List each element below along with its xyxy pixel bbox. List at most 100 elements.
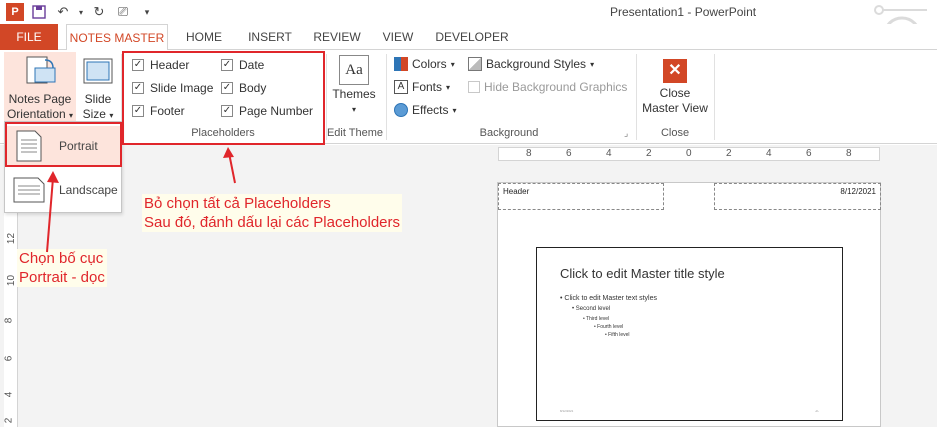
date-placeholder-text: 8/12/2021 (840, 187, 876, 196)
hruler-label: 8 (526, 148, 532, 159)
background-styles-icon (468, 57, 482, 71)
hruler-label: 4 (766, 148, 772, 159)
group-separator (636, 54, 637, 140)
ribbon-tabs: FILE NOTES MASTER HOME INSERT REVIEW VIE… (0, 24, 937, 51)
dialog-launcher-icon[interactable]: ⌟ (624, 128, 628, 139)
landscape-icon (13, 177, 45, 203)
title-bar: P ↶ ▾ ↻ ⎚ ▾ Presentation1 - PowerPoint (0, 0, 937, 56)
colors-label: Colors (412, 57, 447, 71)
themes-button[interactable]: Aa Themes ▾ (330, 52, 378, 122)
tab-notes-master[interactable]: NOTES MASTER (66, 24, 168, 51)
customize-toolbar-icon[interactable]: ▾ (138, 3, 156, 21)
close-master-view-button[interactable]: ✕ Close Master View (640, 52, 710, 124)
notes-page: Header 8/12/2021 Click to edit Master ti… (497, 182, 881, 427)
hide-background-graphics-label: Hide Background Graphics (484, 80, 628, 94)
effects-button[interactable]: Effects ▾ (394, 103, 456, 117)
landscape-label: Landscape (59, 183, 118, 197)
portrait-highlight-box (5, 122, 122, 167)
effects-label: Effects (412, 103, 449, 117)
placeholders-annotation-line2: Sau đó, đánh dấu lại các Placeholders (144, 214, 401, 231)
slide-image-placeholder[interactable]: Click to edit Master title style • Click… (536, 247, 843, 421)
start-from-beginning-icon[interactable]: ⎚ (114, 3, 132, 21)
hruler-label: 4 (606, 148, 612, 159)
slide-footer-number: ‹#› (815, 409, 819, 413)
master-title: Click to edit Master title style (560, 266, 725, 281)
placeholders-annotation-line1: Bỏ chọn tất cả Placeholders (144, 195, 331, 212)
window-title: Presentation1 - PowerPoint (610, 5, 757, 19)
effects-icon (394, 103, 408, 117)
tab-review[interactable]: REVIEW (310, 24, 364, 50)
save-icon[interactable] (30, 3, 48, 21)
text-level-1: • Click to edit Master text styles (560, 295, 657, 302)
slide-size-label-1: Slide (84, 92, 112, 106)
quick-access-toolbar: P ↶ ▾ ↻ ⎚ ▾ (6, 3, 156, 21)
hruler-label: 6 (566, 148, 572, 159)
chevron-down-icon: ▾ (590, 59, 595, 69)
fonts-icon: A (394, 80, 408, 94)
chevron-down-icon: ▾ (450, 59, 455, 69)
vruler-label: 2 (3, 417, 15, 424)
background-styles-label: Background Styles (486, 57, 587, 71)
hruler-label: 6 (806, 148, 812, 159)
hruler-label: 0 (686, 148, 692, 159)
tab-developer[interactable]: DEVELOPER (432, 24, 512, 50)
vruler-label: 12 (6, 232, 18, 245)
tab-home[interactable]: HOME (180, 24, 228, 50)
themes-label: Themes (332, 87, 376, 101)
group-separator (714, 54, 715, 140)
close-icon: ✕ (663, 59, 687, 83)
background-styles-button[interactable]: Background Styles ▾ (468, 57, 594, 71)
tab-file[interactable]: FILE (0, 24, 58, 50)
slide-size-icon (83, 58, 113, 84)
chevron-down-icon: ▾ (351, 105, 356, 114)
hruler-label: 2 (646, 148, 652, 159)
notes-page-orientation-button[interactable]: Notes Page Orientation ▾ (4, 52, 76, 124)
orientation-icon (26, 56, 56, 84)
vruler-label: 10 (6, 274, 18, 287)
colors-button[interactable]: Colors ▾ (394, 57, 455, 71)
undo-icon[interactable]: ↶ (54, 3, 72, 21)
date-placeholder[interactable]: 8/12/2021 (714, 183, 881, 210)
horizontal-ruler: 8 6 4 2 0 2 4 6 8 (498, 147, 880, 161)
slide-size-label-2: Size (82, 107, 106, 121)
edit-theme-group-label: Edit Theme (326, 127, 384, 139)
orientation-label: Orientation (6, 107, 66, 121)
fonts-button[interactable]: A Fonts ▾ (394, 80, 450, 94)
close-group-label: Close (660, 127, 690, 139)
background-group-label: Background (479, 127, 539, 139)
portrait-annotation: Chọn bố cục Portrait - dọc (17, 249, 107, 287)
slide-size-button[interactable]: Slide Size ▾ (78, 52, 118, 124)
tab-insert[interactable]: INSERT (244, 24, 296, 50)
chevron-down-icon: ▾ (446, 82, 451, 92)
text-level-4: • Fourth level (594, 324, 624, 330)
hruler-label: 2 (726, 148, 732, 159)
header-placeholder-text: Header (503, 187, 530, 196)
portrait-annotation-line2: Portrait - dọc (19, 269, 105, 286)
redo-icon[interactable]: ↻ (90, 3, 108, 21)
text-level-5: • Fifth level (605, 332, 630, 338)
portrait-annotation-line1: Chọn bố cục (19, 250, 104, 267)
placeholders-annotation: Bỏ chọn tất cả Placeholders Sau đó, đánh… (142, 194, 403, 232)
close-label: Close (659, 86, 691, 100)
chevron-down-icon: ▾ (69, 111, 74, 120)
colors-icon (394, 57, 408, 71)
hruler-label: 8 (846, 148, 852, 159)
vruler-label: 8 (3, 317, 15, 324)
tab-view[interactable]: VIEW (378, 24, 418, 50)
hide-background-graphics-checkbox[interactable]: Hide Background Graphics (468, 80, 627, 94)
chevron-down-icon: ▾ (452, 105, 457, 115)
placeholders-highlight-box (122, 51, 325, 145)
vruler-label: 4 (3, 391, 15, 398)
fonts-label: Fonts (412, 80, 443, 94)
slide-footer-date: 8/12/2021 (560, 409, 574, 413)
master-view-label: Master View (642, 101, 708, 115)
powerpoint-logo-icon: P (6, 3, 24, 21)
chevron-down-icon: ▾ (109, 111, 114, 120)
undo-dropdown-icon[interactable]: ▾ (78, 3, 84, 21)
notes-page-label: Notes Page (8, 92, 72, 106)
text-level-3: • Third level (583, 316, 610, 322)
themes-icon: Aa (339, 55, 369, 85)
header-placeholder[interactable]: Header (498, 183, 664, 210)
landscape-option[interactable]: Landscape (5, 170, 121, 210)
text-level-2: • Second level (572, 306, 611, 312)
